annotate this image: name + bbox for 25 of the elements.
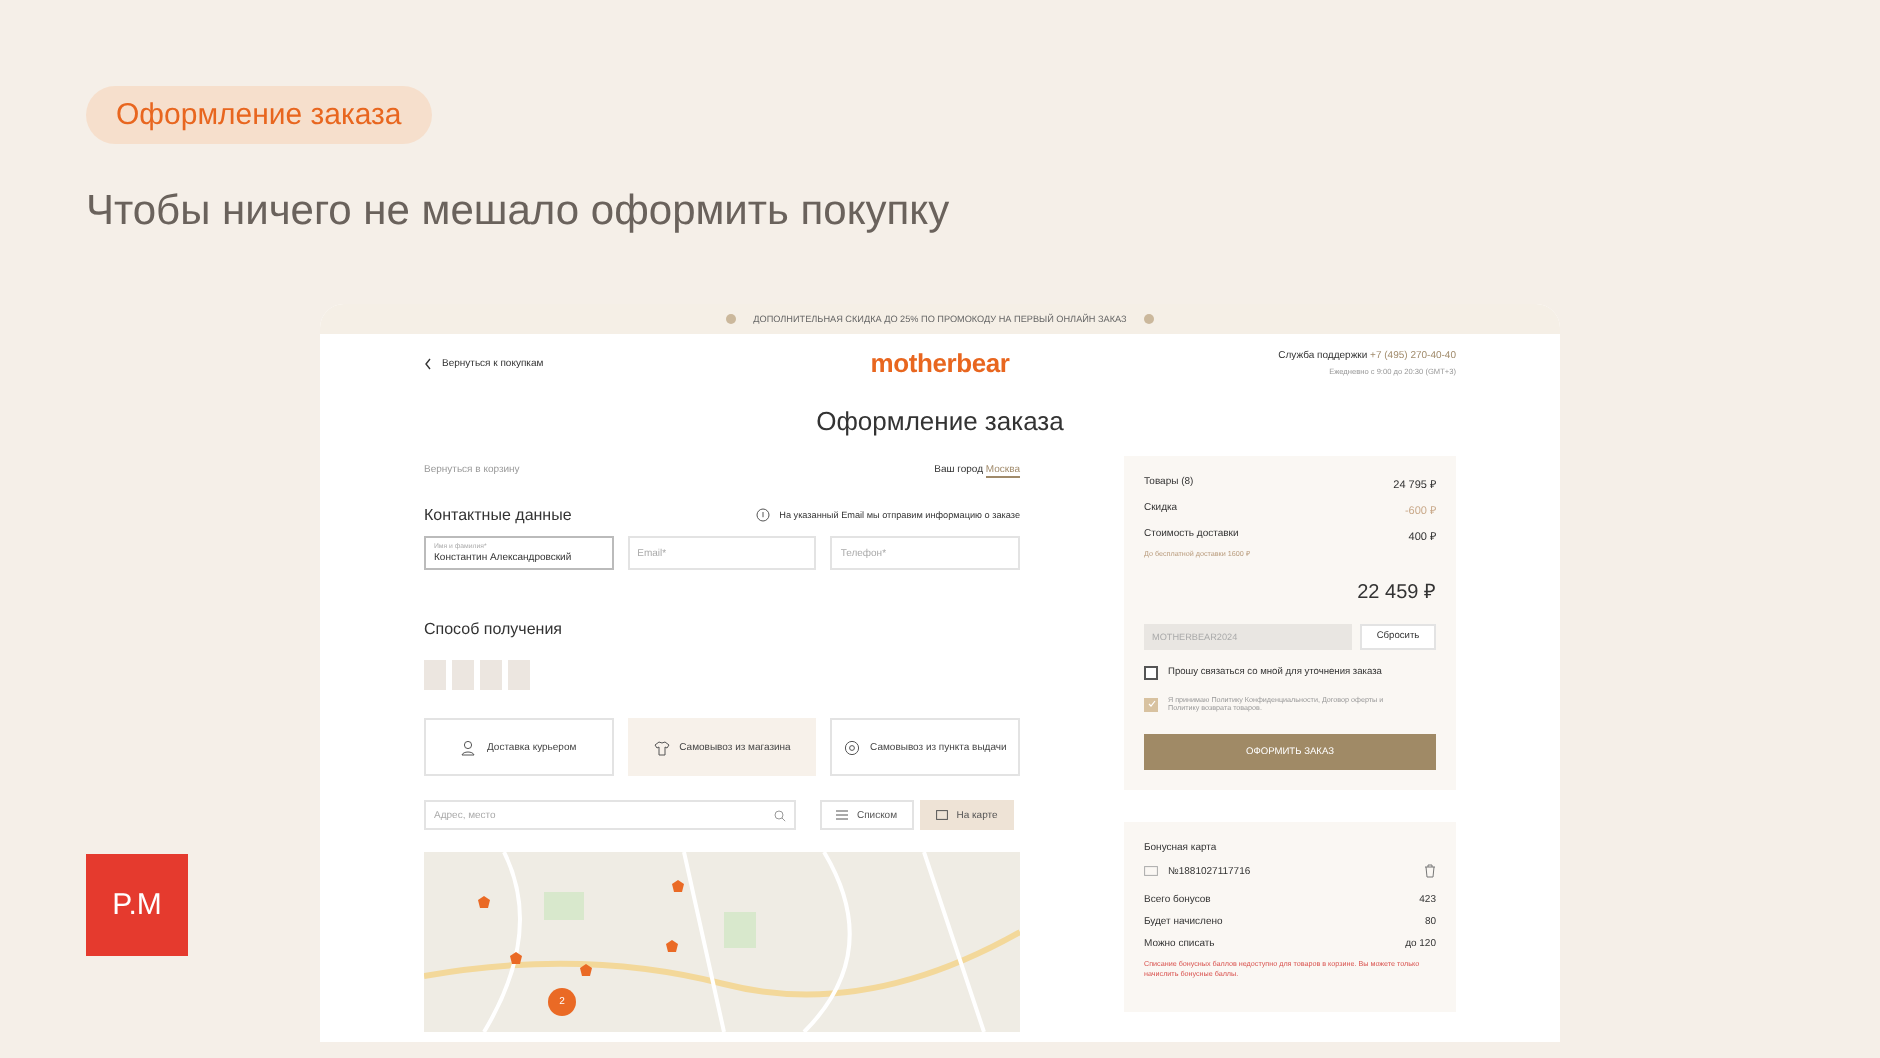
slide-headline: Чтобы ничего не мешало оформить покупку (86, 188, 952, 236)
checkbox[interactable] (1144, 666, 1158, 680)
card-icon (1144, 866, 1158, 876)
search-icon (774, 809, 786, 821)
map-icon (936, 810, 949, 820)
product-photo-placeholder (424, 660, 446, 690)
brand-logo: P.M (86, 854, 188, 956)
page-tag: Оформление заказа (86, 86, 432, 144)
page-title: Оформление заказа (814, 406, 1066, 436)
section-heading: Контактные данные (424, 506, 572, 524)
product-photo-placeholder (452, 660, 474, 690)
location-icon (844, 739, 861, 755)
order-total: 22 459 ₽ (1355, 580, 1436, 604)
shirt-icon (653, 739, 670, 755)
section-heading: Способ получения (424, 620, 565, 638)
checkbox[interactable] (1144, 697, 1158, 711)
info-icon (755, 508, 770, 522)
trash-icon[interactable] (1424, 864, 1436, 878)
dot-icon (1144, 314, 1155, 324)
courier-icon (460, 739, 477, 755)
product-photo-placeholder (480, 660, 502, 690)
list-icon (836, 810, 849, 820)
dot-icon (725, 314, 736, 324)
chevron-left-icon (424, 357, 432, 369)
product-photo-placeholder (508, 660, 530, 690)
